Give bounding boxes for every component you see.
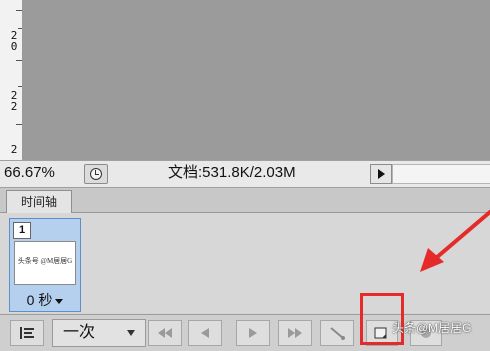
status-bar: 66.67% 文档:531.8K/2.03M [0, 160, 490, 188]
ruler-label-3: 2 [10, 143, 18, 156]
loop-dropdown-caret-icon [127, 330, 135, 336]
play-button[interactable] [236, 320, 270, 346]
tween-icon [330, 327, 345, 340]
animation-frame[interactable]: 1 头条号 @M居居G 0 秒 [9, 218, 81, 312]
tween-button[interactable] [320, 320, 354, 346]
panel-tab-bar: 时间轴 [0, 188, 490, 213]
frame-number: 1 [13, 222, 31, 239]
frame-delay-value: 0 秒 [26, 292, 53, 308]
status-menu-button[interactable] [84, 164, 108, 184]
previous-frame-icon [201, 328, 209, 338]
first-frame-icon [158, 328, 172, 338]
zoom-level-field[interactable]: 66.67% [4, 164, 74, 182]
previous-frame-button[interactable] [188, 320, 222, 346]
ruler-label-2: 22 [10, 89, 18, 113]
convert-to-video-icon [20, 327, 34, 339]
ruler-label-1: 20 [10, 29, 18, 53]
clock-icon [90, 168, 102, 180]
document-canvas[interactable] [23, 0, 490, 160]
vertical-ruler: 20 22 2 [0, 0, 23, 160]
tab-timeline[interactable]: 时间轴 [6, 190, 72, 213]
frame-thumbnail-text: 头条号 @M居居G [17, 257, 73, 265]
next-frame-icon [288, 328, 302, 338]
status-arrow-button[interactable] [370, 164, 392, 184]
frame-thumbnail: 头条号 @M居居G [14, 241, 76, 285]
convert-to-video-button[interactable] [10, 320, 44, 346]
play-icon [249, 328, 257, 338]
next-frame-button[interactable] [278, 320, 312, 346]
loop-options-dropdown[interactable]: 一次 [52, 319, 146, 347]
play-arrow-icon [378, 169, 385, 179]
loop-value: 一次 [63, 324, 96, 341]
first-frame-button[interactable] [148, 320, 182, 346]
delay-dropdown-icon [55, 298, 64, 304]
watermark-text: 头条@M居居G [392, 321, 472, 335]
document-size-info: 文档:531.8K/2.03M [168, 164, 296, 181]
frame-delay-selector[interactable]: 0 秒 [10, 291, 80, 309]
horizontal-scrollbar[interactable] [392, 164, 490, 184]
